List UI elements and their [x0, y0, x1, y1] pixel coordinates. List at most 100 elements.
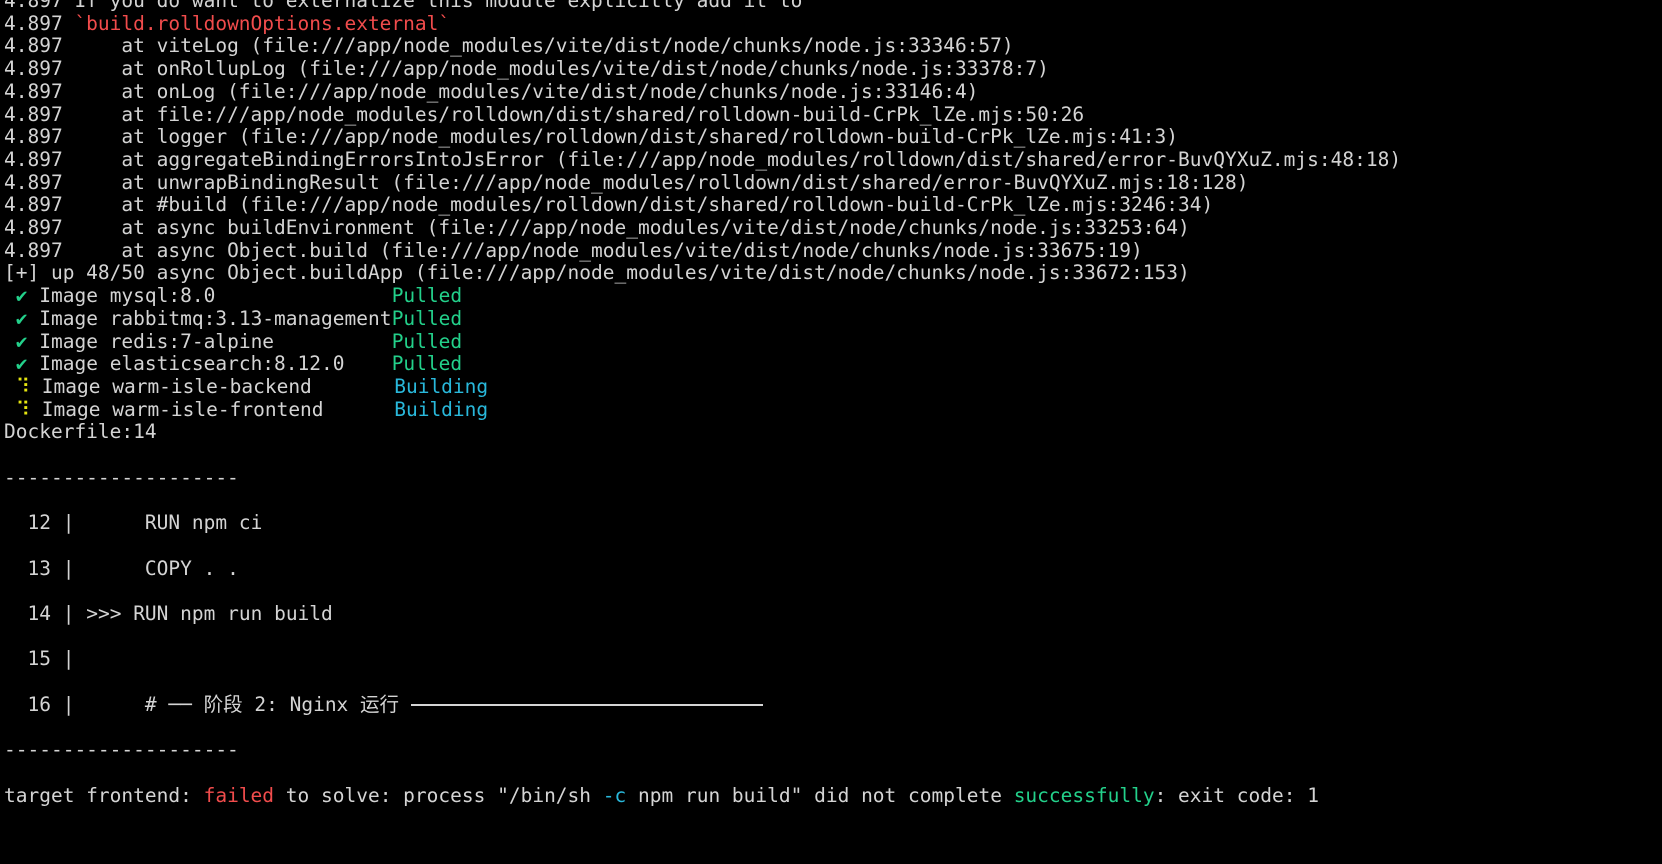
image-name: mysql:8.0 — [109, 284, 216, 308]
image-status: Building — [394, 397, 489, 421]
error-message: target frontend: failed to solve: proces… — [4, 784, 1319, 808]
dockerfile-line: 14 | >>> RUN npm run build — [4, 601, 333, 626]
image-label: Image — [39, 352, 98, 376]
image-status: Building — [394, 374, 489, 398]
check-icon: ✔ — [4, 352, 40, 376]
error-prefix: target frontend: — [4, 783, 204, 807]
image-status: Pulled — [391, 352, 463, 376]
log-text: at async Object.build (file:///app/node_… — [62, 238, 1143, 262]
image-status-row: ✔ Image mysql:8.0 Pulled — [4, 284, 462, 308]
image-label: Image — [41, 374, 101, 398]
log-text: at onRollupLog (file:///app/node_modules… — [62, 57, 1049, 81]
line-number: 14 — [27, 601, 51, 625]
log-line: 4.897 at onRollupLog (file:///app/node_m… — [4, 57, 1049, 81]
error-line-marker — [86, 693, 121, 716]
image-name: warm-isle-frontend — [112, 397, 324, 421]
separator-bottom: -------------------- — [4, 738, 239, 762]
log-text: async Object.buildApp (file:///app/node_… — [144, 261, 1190, 285]
image-status-row: ✔ Image redis:7-alpine Pulled — [4, 330, 462, 354]
log-timestamp: 4.897 — [4, 193, 63, 217]
image-label: Image — [39, 306, 98, 330]
error-exit-code: : exit code: 1 — [1154, 783, 1319, 807]
log-timestamp: 4.897 — [4, 238, 63, 262]
error-success-word: successfully — [1013, 783, 1155, 807]
log-timestamp: 4.897 — [4, 79, 63, 103]
spinner-icon: ⠹ — [4, 397, 42, 421]
check-icon: ✔ — [4, 306, 40, 330]
image-label: Image — [41, 397, 101, 421]
image-status-row: ⠹ Image warm-isle-backend Building — [4, 375, 488, 399]
error-line-marker: >>> — [86, 601, 122, 625]
dockerfile-ref-text: Dockerfile:14 — [4, 420, 157, 444]
log-timestamp: 4.897 — [4, 34, 63, 58]
log-line: 4.897 at file:///app/node_modules/rolldo… — [4, 103, 1084, 127]
log-text: at logger (file:///app/node_modules/roll… — [62, 125, 1179, 149]
line-code: COPY . . — [121, 556, 239, 580]
line-code: # ── 阶段 2: Nginx 运行 — [121, 692, 411, 716]
line-number: 13 — [27, 556, 51, 580]
log-timestamp: 4.897 — [4, 57, 63, 81]
dockerfile-line: 16 | # ── 阶段 2: Nginx 运行 — [4, 693, 763, 717]
log-line: 4.897 at logger (file:///app/node_module… — [4, 125, 1178, 149]
log-line: 4.897 at aggregateBindingErrorsIntoJsErr… — [4, 148, 1401, 172]
image-status-row: ⠹ Image warm-isle-frontend Building — [4, 398, 488, 422]
log-text: at viteLog (file:///app/node_modules/vit… — [62, 34, 1014, 58]
image-label: Image — [39, 284, 98, 308]
log-text: at #build (file:///app/node_modules/roll… — [62, 193, 1214, 217]
log-line: 4.897 at async Object.build (file:///app… — [4, 239, 1143, 263]
image-label: Image — [39, 329, 98, 353]
terminal-window[interactable]: 4.897 If you do want to externalize this… — [0, 0, 1662, 864]
dockerfile-reference: Dockerfile:14 — [4, 420, 157, 444]
line-gutter-pipe: | — [62, 647, 75, 671]
log-timestamp: 4.897 — [4, 125, 63, 149]
image-status-row: ✔ Image rabbitmq:3.13-managementPulled — [4, 307, 462, 331]
log-timestamp: 4.897 — [4, 170, 63, 194]
comment-rule — [410, 704, 763, 707]
check-icon: ✔ — [4, 329, 40, 353]
error-flag: -c — [602, 783, 627, 807]
spinner-icon: ⠹ — [4, 374, 42, 398]
log-text: at unwrapBindingResult (file:///app/node… — [62, 170, 1249, 194]
separator-top: -------------------- — [4, 466, 239, 490]
compose-status-line: [+] up 48/50 async Object.buildApp (file… — [4, 261, 1190, 285]
compose-progress: [+] up 48/50 — [4, 261, 145, 285]
log-line: 4.897 `build.rolldownOptions.external` — [4, 12, 450, 36]
error-line-marker — [86, 511, 121, 534]
log-text: at async buildEnvironment (file:///app/n… — [62, 216, 1190, 239]
image-name: rabbitmq:3.13-management — [109, 306, 392, 330]
line-code: RUN npm run build — [121, 601, 333, 625]
error-failed-word: failed — [203, 783, 275, 807]
dockerfile-line: 12 | RUN npm ci — [4, 511, 262, 535]
log-line: 4.897 at #build (file:///app/node_module… — [4, 193, 1213, 217]
line-gutter-pipe: | — [62, 511, 75, 535]
error-line-marker — [86, 557, 121, 580]
log-line: 4.897 at viteLog (file:///app/node_modul… — [4, 34, 1014, 58]
log-text: at file:///app/node_modules/rolldown/dis… — [62, 102, 1085, 126]
check-icon: ✔ — [4, 284, 40, 308]
image-status-row: ✔ Image elasticsearch:8.12.0 Pulled — [4, 352, 462, 376]
line-number: 12 — [27, 511, 51, 535]
log-text: at aggregateBindingErrorsIntoJsError (fi… — [62, 147, 1402, 171]
image-status: Pulled — [391, 284, 463, 308]
line-gutter-pipe: | — [62, 601, 75, 625]
image-name: warm-isle-backend — [112, 374, 312, 398]
separator-text: -------------------- — [4, 465, 239, 489]
log-line: 4.897 at unwrapBindingResult (file:///ap… — [4, 171, 1248, 195]
error-text: to solve: process "/bin/sh — [274, 783, 603, 807]
log-timestamp: 4.897 — [4, 216, 63, 239]
log-timestamp: 4.897 — [4, 0, 63, 12]
dockerfile-line: 15 | — [4, 647, 86, 671]
log-line: 4.897 at onLog (file:///app/node_modules… — [4, 80, 978, 104]
log-timestamp: 4.897 — [4, 11, 63, 35]
line-number: 16 — [27, 692, 51, 716]
line-code: RUN npm ci — [121, 511, 263, 535]
line-gutter-pipe: | — [62, 556, 75, 580]
log-text: at onLog (file:///app/node_modules/vite/… — [62, 79, 979, 103]
log-text: If you do want to externalize this modul… — [62, 0, 803, 12]
log-timestamp: 4.897 — [4, 147, 63, 171]
image-name: elasticsearch:8.12.0 — [109, 352, 345, 376]
image-status: Pulled — [391, 329, 463, 353]
line-number: 15 — [27, 647, 51, 671]
separator-text: -------------------- — [4, 738, 239, 762]
line-gutter-pipe: | — [62, 692, 75, 716]
